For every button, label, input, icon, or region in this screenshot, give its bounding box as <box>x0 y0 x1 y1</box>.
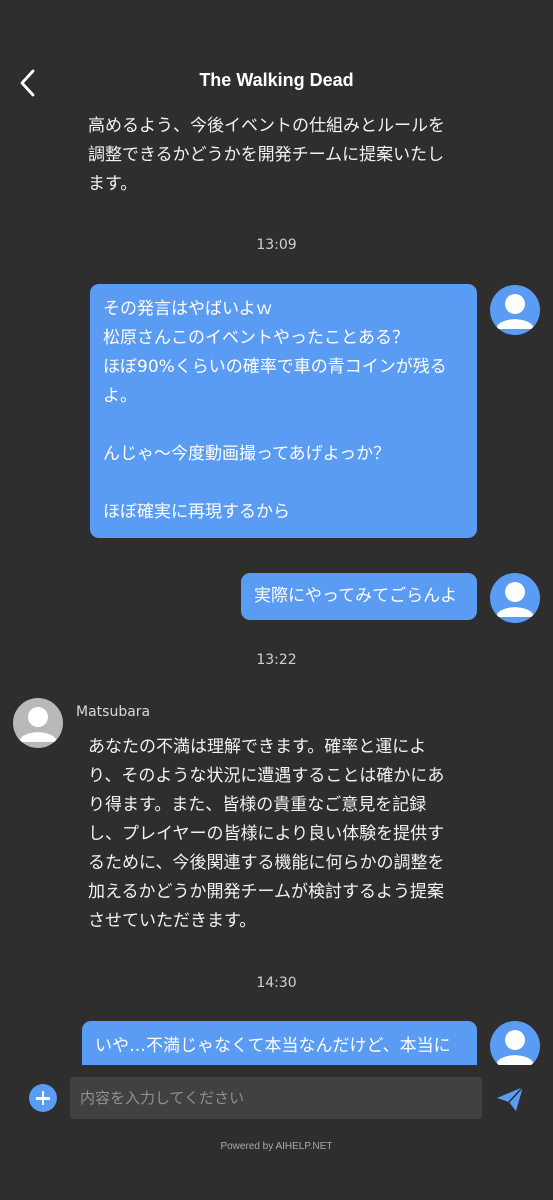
page-title: The Walking Dead <box>199 70 354 90</box>
user-message-bubble: 実際にやってみてごらんよ <box>241 573 477 620</box>
user-message-bubble: その発言はやばいよｗ 松原さんこのイベントやったことある？ ほぼ90%くらいの確… <box>90 284 477 538</box>
add-attachment-button[interactable] <box>29 1084 57 1112</box>
chat-scroll-area[interactable]: 高めるよう、今後イベントの仕組みとルールを 調整できるかどうかを開発チームに提案… <box>0 0 553 1065</box>
user-avatar-icon <box>490 285 540 335</box>
send-button[interactable] <box>494 1083 526 1115</box>
powered-by-footer: Powered by AIHELP.NET <box>220 1141 333 1152</box>
timestamp: 13:22 <box>256 652 297 668</box>
timestamp: 14:30 <box>256 975 297 991</box>
agent-avatar-icon <box>13 698 63 748</box>
message-input[interactable] <box>70 1077 482 1119</box>
agent-message-text: 高めるよう、今後イベントの仕組みとルールを 調整できるかどうかを開発チームに提案… <box>88 116 445 194</box>
send-icon <box>497 1086 524 1111</box>
agent-name: Matsubara <box>76 704 151 720</box>
header-bar: The Walking Dead <box>0 0 553 108</box>
agent-message-text: あなたの不満は理解できます。確率と運によ り、そのような状況に遭遇することは確か… <box>88 737 445 931</box>
user-avatar-icon <box>490 573 540 623</box>
user-message-bubble: いや…不満じゃなくて本当なんだけど、本当に <box>82 1021 477 1065</box>
timestamp: 13:09 <box>256 237 297 253</box>
user-avatar-icon <box>490 1021 540 1065</box>
